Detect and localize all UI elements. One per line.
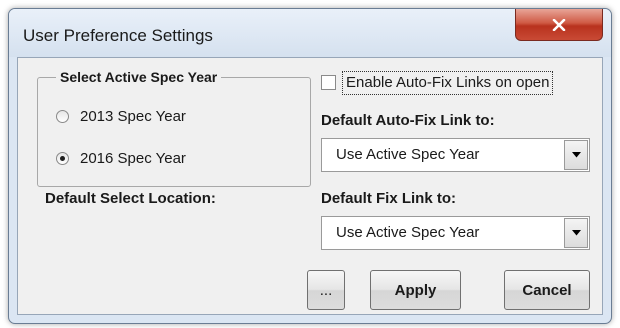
default-auto-fix-select[interactable]: Use Active Spec Year xyxy=(321,138,590,172)
spec-year-groupbox: Select Active Spec Year 2013 Spec Year 2… xyxy=(37,69,311,187)
radio-2013-spec-year[interactable]: 2013 Spec Year xyxy=(56,108,186,125)
default-fix-select[interactable]: Use Active Spec Year xyxy=(321,216,590,250)
browse-button[interactable]: ... xyxy=(307,270,345,310)
dialog-client-area: Select Active Spec Year 2013 Spec Year 2… xyxy=(17,57,603,315)
default-fix-dropdown-button[interactable] xyxy=(564,218,588,248)
default-fix-label: Default Fix Link to: xyxy=(321,190,456,207)
auto-fix-checkbox[interactable] xyxy=(321,75,336,90)
dialog-window: User Preference Settings Select Active S… xyxy=(8,8,612,324)
chevron-down-icon xyxy=(571,152,581,158)
close-icon xyxy=(552,18,566,31)
radio-button-2016[interactable] xyxy=(56,152,69,165)
title-bar[interactable]: User Preference Settings xyxy=(9,9,611,57)
radio-2013-label: 2013 Spec Year xyxy=(80,108,186,125)
default-auto-fix-label: Default Auto-Fix Link to: xyxy=(321,112,495,129)
spec-year-group-legend: Select Active Spec Year xyxy=(56,69,222,85)
default-select-location-label: Default Select Location: xyxy=(45,190,216,207)
default-auto-fix-value: Use Active Spec Year xyxy=(336,146,480,163)
default-auto-fix-dropdown-button[interactable] xyxy=(564,140,588,170)
auto-fix-checkbox-label[interactable]: Enable Auto-Fix Links on open xyxy=(342,71,554,95)
close-button[interactable] xyxy=(515,9,603,41)
default-fix-value: Use Active Spec Year xyxy=(336,224,480,241)
radio-2016-label: 2016 Spec Year xyxy=(80,150,186,167)
cancel-button[interactable]: Cancel xyxy=(504,270,590,310)
window-title: User Preference Settings xyxy=(23,26,213,45)
radio-button-2013[interactable] xyxy=(56,110,69,123)
radio-2016-spec-year[interactable]: 2016 Spec Year xyxy=(56,150,186,167)
apply-button[interactable]: Apply xyxy=(370,270,461,310)
chevron-down-icon xyxy=(571,230,581,236)
